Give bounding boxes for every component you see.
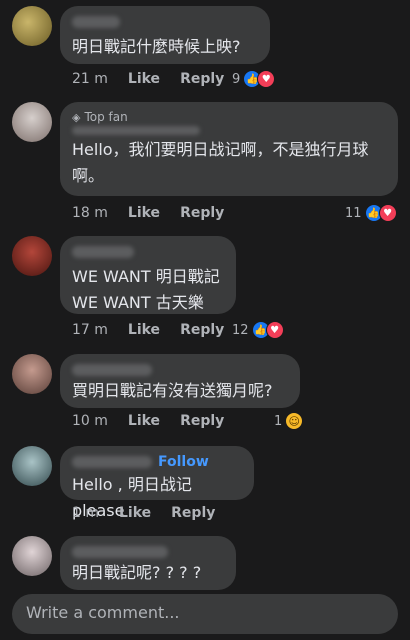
reaction-count: 9 bbox=[232, 71, 241, 87]
commenter-name-redacted[interactable] bbox=[72, 246, 134, 258]
follow-button[interactable]: Follow bbox=[158, 454, 209, 470]
comment-actions: 10 m Like Reply bbox=[72, 413, 224, 429]
love-icon: ♥ bbox=[257, 70, 276, 88]
like-button[interactable]: Like bbox=[128, 322, 160, 338]
comment-input-placeholder: Write a comment... bbox=[26, 603, 180, 622]
reaction-count: 11 bbox=[345, 205, 362, 221]
reply-button[interactable]: Reply bbox=[180, 205, 224, 221]
love-icon: ♥ bbox=[265, 321, 284, 339]
reaction-count: 12 bbox=[232, 322, 249, 338]
reply-button[interactable]: Reply bbox=[180, 71, 224, 87]
comment-actions: 17 m Like Reply bbox=[72, 322, 224, 338]
commenter-name-redacted[interactable] bbox=[72, 364, 152, 376]
like-button[interactable]: Like bbox=[119, 505, 151, 521]
comment-bubble: 買明日戰記有沒有送獨月呢? bbox=[60, 354, 300, 408]
avatar[interactable] bbox=[12, 102, 52, 142]
comment-bubble: ◈ Top fan Hello，我们要明日战记啊，不是独行月球 啊。 bbox=[60, 102, 398, 196]
avatar[interactable] bbox=[12, 536, 52, 576]
haha-icon: ☺ bbox=[285, 412, 304, 430]
avatar[interactable] bbox=[12, 446, 52, 486]
commenter-name-redacted[interactable] bbox=[72, 16, 120, 28]
avatar[interactable] bbox=[12, 236, 52, 276]
comment-bubble: WE WANT 明日戰記 WE WANT 古天樂 bbox=[60, 236, 236, 314]
like-button[interactable]: Like bbox=[128, 71, 160, 87]
love-icon: ♥ bbox=[378, 204, 397, 222]
comment-bubble: Follow Hello , 明日战记please bbox=[60, 446, 254, 520]
badge-label: Top fan bbox=[84, 110, 128, 124]
comment-bubble: 明日戰記呢? ? ? ? bbox=[60, 536, 236, 590]
comment-text: WE WANT 明日戰記 WE WANT 古天樂 bbox=[72, 267, 220, 312]
comment-text: 明日戰記什麼時候上映? bbox=[72, 37, 241, 56]
reaction-summary[interactable]: 11 👍 ♥ bbox=[345, 204, 397, 222]
comment-bubble: 明日戰記什麼時候上映? bbox=[60, 6, 270, 64]
avatar[interactable] bbox=[12, 6, 52, 46]
avatar[interactable] bbox=[12, 354, 52, 394]
reaction-count: 1 bbox=[274, 413, 283, 429]
comment-actions: 18 m Like Reply bbox=[72, 205, 224, 221]
reply-button[interactable]: Reply bbox=[180, 322, 224, 338]
comment-actions: 21 m Like Reply bbox=[72, 71, 224, 87]
commenter-name-redacted[interactable] bbox=[72, 126, 200, 135]
like-button[interactable]: Like bbox=[128, 205, 160, 221]
comment-text: 明日戰記呢? ? ? ? bbox=[72, 563, 202, 582]
timestamp[interactable]: 18 m bbox=[72, 205, 108, 221]
reaction-summary[interactable]: 12 👍 ♥ bbox=[232, 321, 284, 339]
comment-input[interactable]: Write a comment... bbox=[12, 594, 398, 634]
reply-button[interactable]: Reply bbox=[171, 505, 215, 521]
timestamp[interactable]: 21 m bbox=[72, 71, 108, 87]
reaction-summary[interactable]: 9 👍 ♥ bbox=[232, 70, 276, 88]
top-fan-badge: ◈ Top fan bbox=[72, 110, 386, 124]
commenter-name-redacted[interactable] bbox=[72, 456, 152, 468]
comment-text: 買明日戰記有沒有送獨月呢? bbox=[72, 381, 273, 400]
diamond-icon: ◈ bbox=[72, 110, 81, 124]
like-button[interactable]: Like bbox=[128, 413, 160, 429]
reply-button[interactable]: Reply bbox=[180, 413, 224, 429]
timestamp[interactable]: 17 m bbox=[72, 322, 108, 338]
timestamp[interactable]: 10 m bbox=[72, 413, 108, 429]
commenter-name-redacted[interactable] bbox=[72, 546, 168, 558]
name-row: Follow bbox=[72, 452, 242, 472]
comment-text: Hello，我们要明日战记啊，不是独行月球 啊。 bbox=[72, 140, 369, 185]
timestamp[interactable]: 1 m bbox=[72, 505, 99, 521]
comment-actions: 1 m Like Reply bbox=[72, 505, 215, 521]
reaction-summary[interactable]: 1 ☺ bbox=[274, 412, 304, 430]
